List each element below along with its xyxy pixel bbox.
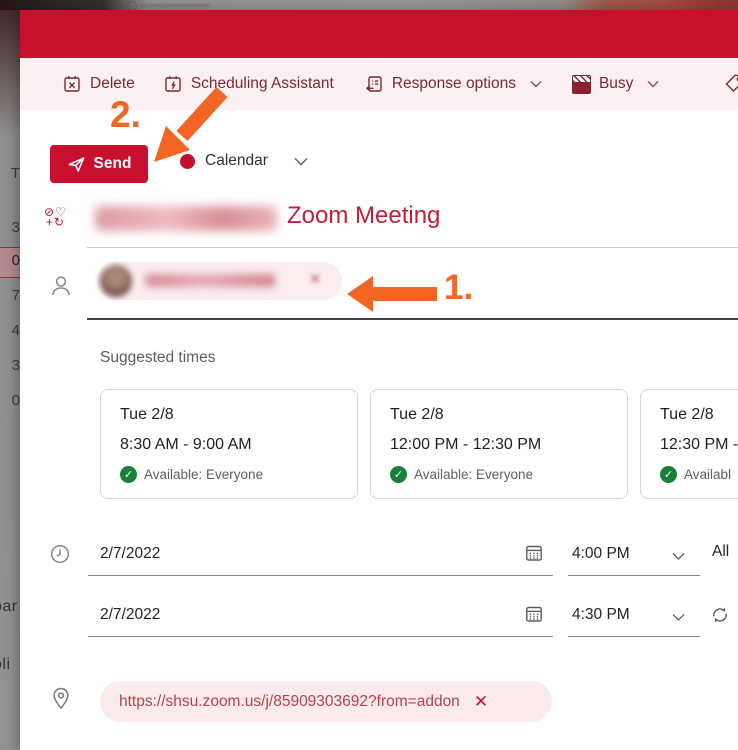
background-page-top	[0, 0, 738, 10]
title-field-underline	[87, 247, 738, 248]
suggested-time-card[interactable]: Tue 2/8 12:30 PM - ✓ Availabl	[640, 389, 738, 499]
card-time: 8:30 AM - 9:00 AM	[120, 436, 252, 454]
sidebar-word-fragment: oar	[0, 598, 18, 616]
busy-status-icon	[572, 75, 591, 94]
suggested-times-label: Suggested times	[100, 349, 215, 367]
mini-calendar-fragment: 0	[0, 252, 20, 269]
chevron-down-icon[interactable]	[672, 613, 685, 622]
dialog-header-bar	[20, 10, 738, 58]
emoji-charm-picker-icon[interactable]: ⊘♡ +↻	[44, 207, 67, 227]
remove-attendee-icon[interactable]: ✕	[309, 270, 322, 288]
card-day: Tue 2/8	[390, 406, 444, 424]
location-pin-icon	[49, 686, 73, 714]
mini-calendar-fragment: T	[0, 165, 20, 182]
mini-calendar-fragment: 0	[0, 392, 20, 409]
background-left-rail: T 3 0 7 4 3 0 oar oli	[0, 10, 20, 750]
start-date-underline	[88, 575, 553, 576]
redacted-title-prefix	[95, 206, 277, 231]
mini-calendar-fragment: 4	[0, 322, 20, 339]
end-date-underline	[88, 636, 553, 637]
remove-location-icon[interactable]: ✕	[474, 692, 488, 712]
mini-calendar-fragment: 3	[0, 219, 20, 236]
suggested-time-card[interactable]: Tue 2/8 8:30 AM - 9:00 AM ✓ Available: E…	[100, 389, 358, 499]
response-options-button[interactable]: Response options	[364, 74, 542, 94]
start-date-input[interactable]: 2/7/2022	[100, 545, 160, 563]
available-check-icon: ✓	[660, 466, 677, 483]
available-check-icon: ✓	[120, 466, 137, 483]
delete-calendar-icon	[62, 74, 82, 94]
delete-label: Delete	[90, 75, 135, 93]
attendee-avatar	[100, 265, 132, 297]
location-chip[interactable]: https://shsu.zoom.us/j/85909303692?from=…	[100, 681, 552, 722]
card-time: 12:30 PM -	[660, 436, 738, 454]
annotation-arrow-to-send	[140, 88, 232, 172]
redacted-attendee-name	[145, 274, 275, 287]
card-availability: Available: Everyone	[414, 467, 533, 482]
event-title-text: Zoom Meeting	[287, 202, 440, 230]
start-time-underline	[568, 575, 700, 576]
card-day: Tue 2/8	[660, 406, 714, 424]
annotation-step-1: 1.	[444, 268, 473, 308]
attendee-chip[interactable]: ✕	[97, 262, 342, 300]
chevron-down-icon[interactable]	[672, 552, 685, 561]
annotation-arrow-to-attendee	[345, 272, 441, 316]
start-time-select[interactable]: 4:00 PM	[572, 545, 630, 563]
response-options-icon	[364, 74, 384, 94]
card-day: Tue 2/8	[120, 406, 174, 424]
end-time-underline	[568, 636, 700, 637]
delete-button[interactable]: Delete	[62, 74, 135, 94]
end-datepicker-icon[interactable]	[524, 604, 544, 624]
card-availability: Availabl	[684, 467, 731, 482]
repeat-icon[interactable]	[709, 604, 731, 626]
send-label: Send	[94, 155, 132, 173]
attendee-field-underline	[87, 318, 738, 320]
send-button[interactable]: Send	[50, 145, 148, 183]
categorize-tag-icon[interactable]	[724, 73, 738, 95]
suggested-time-card[interactable]: Tue 2/8 12:00 PM - 12:30 PM ✓ Available:…	[370, 389, 628, 499]
end-date-input[interactable]: 2/7/2022	[100, 606, 160, 624]
start-datepicker-icon[interactable]	[524, 543, 544, 563]
chevron-down-icon	[647, 80, 659, 88]
mini-calendar-fragment: 3	[0, 357, 20, 374]
screenshot-root: T 3 0 7 4 3 0 oar oli Delete	[0, 0, 738, 750]
show-as-busy-button[interactable]: Busy	[572, 75, 659, 94]
attendees-icon	[48, 273, 74, 299]
annotation-step-2: 2.	[110, 94, 141, 136]
chevron-down-icon	[530, 80, 542, 88]
end-time-select[interactable]: 4:30 PM	[572, 606, 630, 624]
busy-label: Busy	[599, 75, 633, 93]
available-check-icon: ✓	[390, 466, 407, 483]
all-day-toggle-label[interactable]: All	[712, 543, 729, 561]
event-title-input[interactable]: Zoom Meeting	[87, 202, 738, 246]
card-time: 12:00 PM - 12:30 PM	[390, 436, 541, 454]
mini-calendar-fragment: 7	[0, 287, 20, 304]
chevron-down-icon	[294, 157, 308, 166]
send-icon	[67, 155, 86, 174]
sidebar-word-fragment: oli	[0, 656, 11, 674]
search-placeholder-smudge	[140, 4, 210, 7]
zoom-meeting-link[interactable]: https://shsu.zoom.us/j/85909303692?from=…	[119, 693, 460, 711]
clock-icon	[49, 543, 71, 565]
response-options-label: Response options	[392, 75, 516, 93]
card-availability: Available: Everyone	[144, 467, 263, 482]
